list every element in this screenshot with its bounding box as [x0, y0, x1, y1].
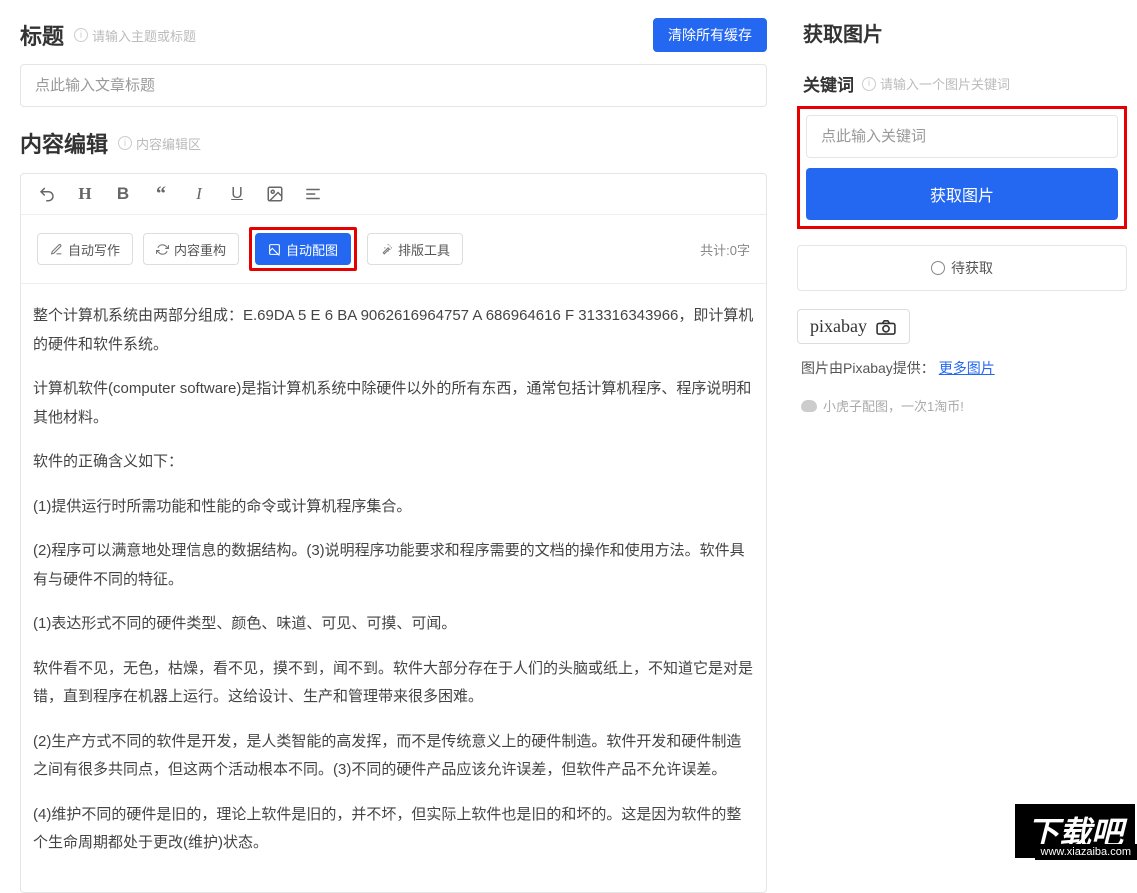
layout-tool-label: 排版工具 [398, 240, 450, 259]
highlight-auto-image: 自动配图 [249, 227, 357, 271]
heading-icon[interactable]: H [75, 184, 95, 204]
keyword-input[interactable] [806, 115, 1118, 158]
more-images-link[interactable]: 更多图片 [939, 360, 995, 376]
quote-icon[interactable]: “ [151, 184, 171, 204]
pixabay-text: pixabay [810, 316, 867, 336]
provider-row: 图片由Pixabay提供： 更多图片 [797, 358, 1127, 378]
editor: H B “ I U 自动写作 内容重构 [20, 173, 767, 893]
highlight-keyword-box: 获取图片 [797, 106, 1127, 229]
clear-cache-button[interactable]: 清除所有缓存 [653, 18, 767, 52]
tip-row: 小虎子配图，一次1淘币! [797, 396, 1127, 415]
content-hint-text: 内容编辑区 [136, 134, 201, 153]
paragraph: (2)生产方式不同的软件是开发，是人类智能的高发挥，而不是传统意义上的硬件制造。… [33, 728, 754, 785]
pending-label: 待获取 [951, 258, 993, 278]
content-hint: i 内容编辑区 [118, 134, 201, 153]
editor-content[interactable]: 整个计算机系统由两部分组成：E.69DA 5 E 6 BA 9062616964… [21, 284, 766, 892]
provider-text: 图片由Pixabay提供： [801, 360, 935, 376]
tip-text: 小虎子配图，一次1淘币! [823, 396, 964, 415]
paragraph: 软件的正确含义如下： [33, 448, 754, 477]
paragraph: 软件看不见，无色，枯燥，看不见，摸不到，闻不到。软件大部分存在于人们的头脑或纸上… [33, 655, 754, 712]
auto-image-label: 自动配图 [286, 240, 338, 259]
auto-write-button[interactable]: 自动写作 [37, 233, 133, 265]
paragraph: (4)维护不同的硬件是旧的，理论上软件是旧的，并不坏，但实际上软件也是旧的和坏的… [33, 801, 754, 858]
paragraph: (2)程序可以满意地处理信息的数据结构。(3)说明程序功能要求和程序需要的文档的… [33, 537, 754, 594]
title-hint-text: 请输入主题或标题 [92, 26, 196, 45]
image-icon[interactable] [265, 184, 285, 204]
restructure-button[interactable]: 内容重构 [143, 233, 239, 265]
fetch-image-title: 获取图片 [803, 18, 1127, 47]
article-title-input[interactable] [20, 64, 767, 107]
layout-tool-button[interactable]: 排版工具 [367, 233, 463, 265]
paragraph: (1)提供运行时所需功能和性能的命令或计算机程序集合。 [33, 493, 754, 522]
info-icon: i [74, 28, 88, 42]
picture-icon [268, 243, 281, 256]
content-label: 内容编辑 [20, 127, 108, 159]
watermark-url: www.xiazaiba.com [1035, 844, 1137, 860]
bold-icon[interactable]: B [113, 184, 133, 204]
paragraph: (1)表达形式不同的硬件类型、颜色、味道、可见、可摸、可闻。 [33, 610, 754, 639]
content-section-header: 内容编辑 i 内容编辑区 [20, 127, 767, 159]
wand-icon [380, 243, 393, 256]
camera-icon [875, 319, 897, 335]
refresh-icon [156, 243, 169, 256]
info-icon: i [118, 136, 132, 150]
main-column: 标题 i 请输入主题或标题 清除所有缓存 内容编辑 i 内容编辑区 H B “ … [0, 0, 787, 860]
restructure-label: 内容重构 [174, 240, 226, 259]
keyword-row: 关键词 i 请输入一个图片关键词 [803, 71, 1127, 96]
keyword-hint-text: 请输入一个图片关键词 [880, 74, 1010, 93]
paragraph: 计算机软件(computer software)是指计算机系统中除硬件以外的所有… [33, 375, 754, 432]
action-toolbar: 自动写作 内容重构 自动配图 排版工具 共计:0字 [21, 215, 766, 284]
pixabay-badge: pixabay [797, 309, 910, 344]
undo-icon[interactable] [37, 184, 57, 204]
circle-icon [931, 261, 945, 275]
info-icon: i [862, 77, 876, 91]
side-column: 获取图片 关键词 i 请输入一个图片关键词 获取图片 待获取 pixabay 图… [787, 0, 1137, 860]
format-toolbar: H B “ I U [21, 174, 766, 215]
align-left-icon[interactable] [303, 184, 323, 204]
italic-icon[interactable]: I [189, 184, 209, 204]
auto-write-label: 自动写作 [68, 240, 120, 259]
char-count: 共计:0字 [700, 240, 750, 259]
auto-image-button[interactable]: 自动配图 [255, 233, 351, 265]
title-hint: i 请输入主题或标题 [74, 26, 196, 45]
cloud-icon [801, 400, 817, 412]
underline-icon[interactable]: U [227, 184, 247, 204]
keyword-hint: i 请输入一个图片关键词 [862, 74, 1010, 93]
keyword-label: 关键词 [803, 71, 854, 96]
pencil-icon [50, 243, 63, 256]
title-section-header: 标题 i 请输入主题或标题 清除所有缓存 [20, 18, 767, 52]
title-label: 标题 [20, 19, 64, 51]
pending-status: 待获取 [797, 245, 1127, 291]
fetch-image-button[interactable]: 获取图片 [806, 168, 1118, 220]
paragraph: 整个计算机系统由两部分组成：E.69DA 5 E 6 BA 9062616964… [33, 302, 754, 359]
